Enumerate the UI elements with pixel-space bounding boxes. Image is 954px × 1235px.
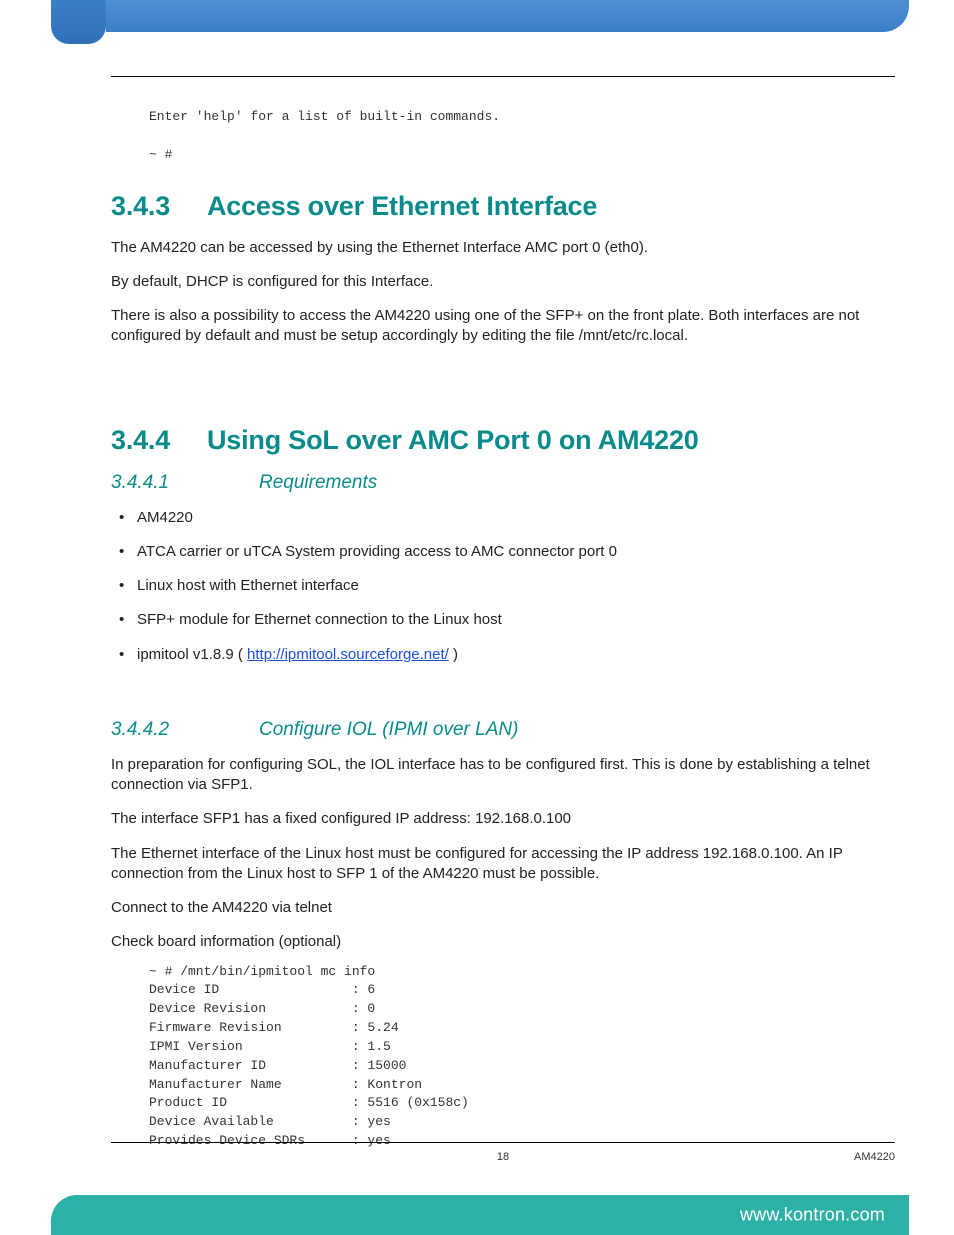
code-block-help: Enter 'help' for a list of built-in comm… bbox=[149, 108, 895, 165]
list-item-text: ) bbox=[449, 646, 458, 663]
page-footer: 18 AM4220 bbox=[111, 1151, 895, 1163]
header-bar-accent bbox=[106, 0, 909, 32]
subheading-3441: 3.4.4.1Requirements bbox=[111, 472, 895, 494]
list-item-text: ipmitool v1.8.9 ( bbox=[137, 646, 247, 663]
header-tab-accent bbox=[51, 0, 106, 44]
heading-title: Using SoL over AMC Port 0 on AM4220 bbox=[207, 425, 699, 455]
page-content: Enter 'help' for a list of built-in comm… bbox=[111, 108, 895, 1127]
paragraph: Check board information (optional) bbox=[111, 932, 895, 952]
heading-number: 3.4.4 bbox=[111, 425, 207, 456]
code-block-mcinfo: ~ # /mnt/bin/ipmitool mc info Device ID … bbox=[149, 963, 895, 1151]
list-item: ATCA carrier or uTCA System providing ac… bbox=[119, 542, 895, 562]
paragraph: In preparation for configuring SOL, the … bbox=[111, 755, 895, 796]
heading-344: 3.4.4Using SoL over AMC Port 0 on AM4220 bbox=[111, 425, 895, 456]
subheading-number: 3.4.4.2 bbox=[111, 719, 259, 741]
subheading-number: 3.4.4.1 bbox=[111, 472, 259, 494]
footer-page-number: 18 bbox=[497, 1151, 509, 1163]
subheading-title: Requirements bbox=[259, 472, 377, 493]
paragraph: Connect to the AM4220 via telnet bbox=[111, 898, 895, 918]
footer-url: www.kontron.com bbox=[740, 1205, 885, 1226]
paragraph: The AM4220 can be accessed by using the … bbox=[111, 238, 895, 258]
list-item: ipmitool v1.8.9 ( http://ipmitool.source… bbox=[119, 645, 895, 665]
paragraph: The interface SFP1 has a fixed configure… bbox=[111, 809, 895, 829]
requirements-list: AM4220 ATCA carrier or uTCA System provi… bbox=[119, 508, 895, 665]
footer-product: AM4220 bbox=[854, 1151, 895, 1163]
ipmitool-link[interactable]: http://ipmitool.sourceforge.net/ bbox=[247, 646, 449, 663]
footer-rule bbox=[111, 1142, 895, 1143]
list-item: SFP+ module for Ethernet connection to t… bbox=[119, 610, 895, 630]
paragraph: By default, DHCP is configured for this … bbox=[111, 272, 895, 292]
subheading-title: Configure IOL (IPMI over LAN) bbox=[259, 719, 518, 740]
heading-number: 3.4.3 bbox=[111, 191, 207, 222]
list-item: Linux host with Ethernet interface bbox=[119, 576, 895, 596]
heading-343: 3.4.3Access over Ethernet Interface bbox=[111, 191, 895, 222]
heading-title: Access over Ethernet Interface bbox=[207, 191, 597, 221]
paragraph: The Ethernet interface of the Linux host… bbox=[111, 844, 895, 885]
paragraph: There is also a possibility to access th… bbox=[111, 306, 895, 347]
footer-bar-accent: www.kontron.com bbox=[51, 1195, 909, 1235]
header-rule bbox=[111, 76, 895, 77]
list-item: AM4220 bbox=[119, 508, 895, 528]
subheading-3442: 3.4.4.2Configure IOL (IPMI over LAN) bbox=[111, 719, 895, 741]
